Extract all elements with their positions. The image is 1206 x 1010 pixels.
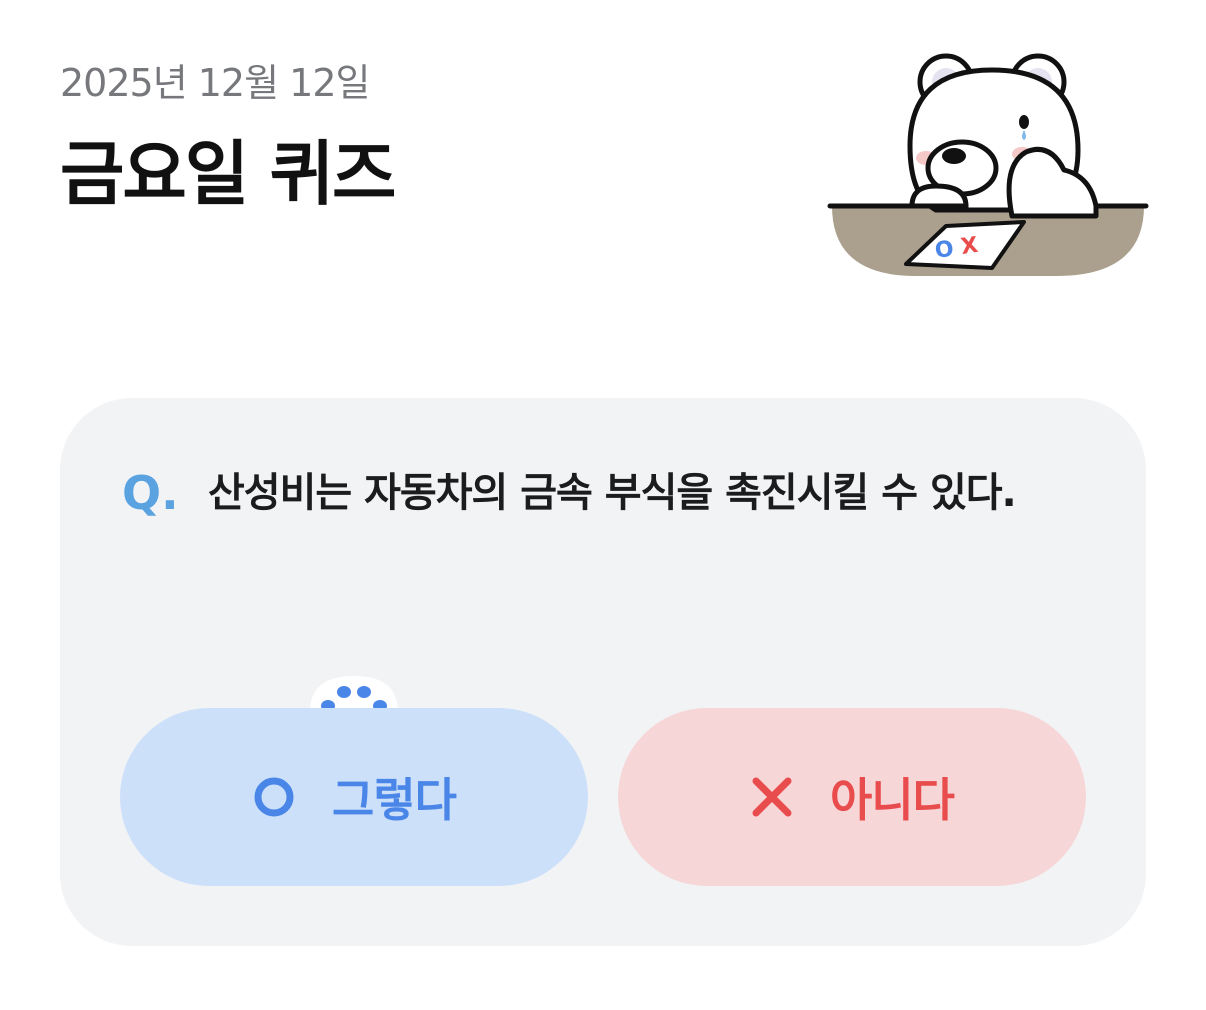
cross-x-icon (752, 777, 792, 817)
polar-bear-quiz-icon: O X (827, 53, 1149, 276)
page-title: 금요일 퀴즈 (60, 133, 396, 215)
paper-x-mark: X (959, 233, 979, 260)
answer-yes-label: 그렇다 (332, 773, 457, 827)
quiz-date: 2025년 12월 12일 (60, 61, 370, 105)
quiz-card: Q. 산성비는 자동차의 금속 부식을 촉진시킬 수 있다. 그렇다 아니다 (60, 398, 1146, 946)
quiz-page: 2025년 12월 12일 금요일 퀴즈 O X Q. 산성비는 자동차의 금속… (0, 0, 1206, 1010)
answer-no-button[interactable]: 아니다 (618, 708, 1086, 886)
question-text: 산성비는 자동차의 금속 부식을 촉진시킬 수 있다. (208, 470, 1017, 516)
circle-o-icon (254, 777, 294, 817)
question-marker: Q. (122, 466, 179, 520)
answer-no-label: 아니다 (830, 773, 955, 827)
answer-yes-button[interactable]: 그렇다 (120, 708, 588, 886)
paper-o-mark: O (933, 237, 955, 264)
